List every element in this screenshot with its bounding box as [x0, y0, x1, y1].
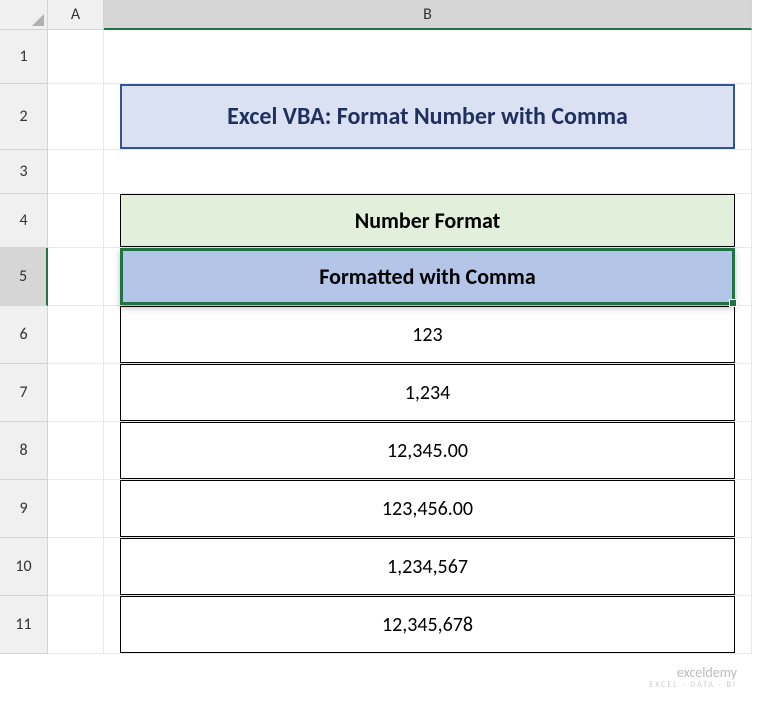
- cell-a1[interactable]: [48, 30, 104, 84]
- row-header-4[interactable]: 4: [0, 194, 48, 248]
- cell-b9-wrapper[interactable]: 123,456.00: [104, 480, 752, 538]
- data-cell: 12,345.00: [120, 422, 735, 479]
- cell-a4[interactable]: [48, 194, 104, 248]
- cell-b3[interactable]: [104, 150, 752, 194]
- cell-b8-wrapper[interactable]: 12,345.00: [104, 422, 752, 480]
- row-header-10[interactable]: 10: [0, 538, 48, 596]
- cell-b5-wrapper[interactable]: Formatted with Comma: [104, 248, 752, 306]
- spreadsheet-body: 1 2 Excel VBA: Format Number with Comma …: [0, 30, 767, 654]
- row-header-2[interactable]: 2: [0, 84, 48, 150]
- column-header-a[interactable]: A: [48, 0, 104, 30]
- row-header-8[interactable]: 8: [0, 422, 48, 480]
- row-header-11[interactable]: 11: [0, 596, 48, 654]
- data-cell: 12,345,678: [120, 596, 735, 653]
- cell-b11-wrapper[interactable]: 12,345,678: [104, 596, 752, 654]
- row-header-3[interactable]: 3: [0, 150, 48, 194]
- selected-cell: Formatted with Comma: [120, 248, 735, 305]
- cell-b6-wrapper[interactable]: 123: [104, 306, 752, 364]
- cell-b7-wrapper[interactable]: 1,234: [104, 364, 752, 422]
- selected-cell-text: Formatted with Comma: [319, 263, 535, 290]
- watermark-main: exceldemy: [649, 665, 737, 682]
- row-header-5[interactable]: 5: [0, 248, 48, 306]
- cell-a2[interactable]: [48, 84, 104, 150]
- table-header-cell: Number Format: [120, 194, 735, 247]
- watermark-sub: EXCEL · DATA · BI: [649, 681, 737, 691]
- watermark: exceldemy EXCEL · DATA · BI: [649, 665, 737, 691]
- row-header-6[interactable]: 6: [0, 306, 48, 364]
- spreadsheet-header: A B: [0, 0, 767, 30]
- cell-a6[interactable]: [48, 306, 104, 364]
- cell-a9[interactable]: [48, 480, 104, 538]
- data-cell: 1,234,567: [120, 538, 735, 595]
- cell-b10-wrapper[interactable]: 1,234,567: [104, 538, 752, 596]
- cell-a3[interactable]: [48, 150, 104, 194]
- title-cell: Excel VBA: Format Number with Comma: [120, 84, 735, 149]
- data-cell: 123,456.00: [120, 480, 735, 537]
- cell-b2-wrapper[interactable]: Excel VBA: Format Number with Comma: [104, 84, 752, 150]
- fill-handle[interactable]: [729, 299, 737, 307]
- select-all-corner[interactable]: [0, 0, 48, 30]
- row-header-9[interactable]: 9: [0, 480, 48, 538]
- cell-a8[interactable]: [48, 422, 104, 480]
- row-header-1[interactable]: 1: [0, 30, 48, 84]
- data-cell: 123: [120, 306, 735, 363]
- cell-a5[interactable]: [48, 248, 104, 306]
- cell-b1[interactable]: [104, 30, 752, 84]
- row-header-7[interactable]: 7: [0, 364, 48, 422]
- cell-a10[interactable]: [48, 538, 104, 596]
- data-cell: 1,234: [120, 364, 735, 421]
- cell-a7[interactable]: [48, 364, 104, 422]
- cell-a11[interactable]: [48, 596, 104, 654]
- column-header-b[interactable]: B: [104, 0, 752, 30]
- cell-b4-wrapper[interactable]: Number Format: [104, 194, 752, 248]
